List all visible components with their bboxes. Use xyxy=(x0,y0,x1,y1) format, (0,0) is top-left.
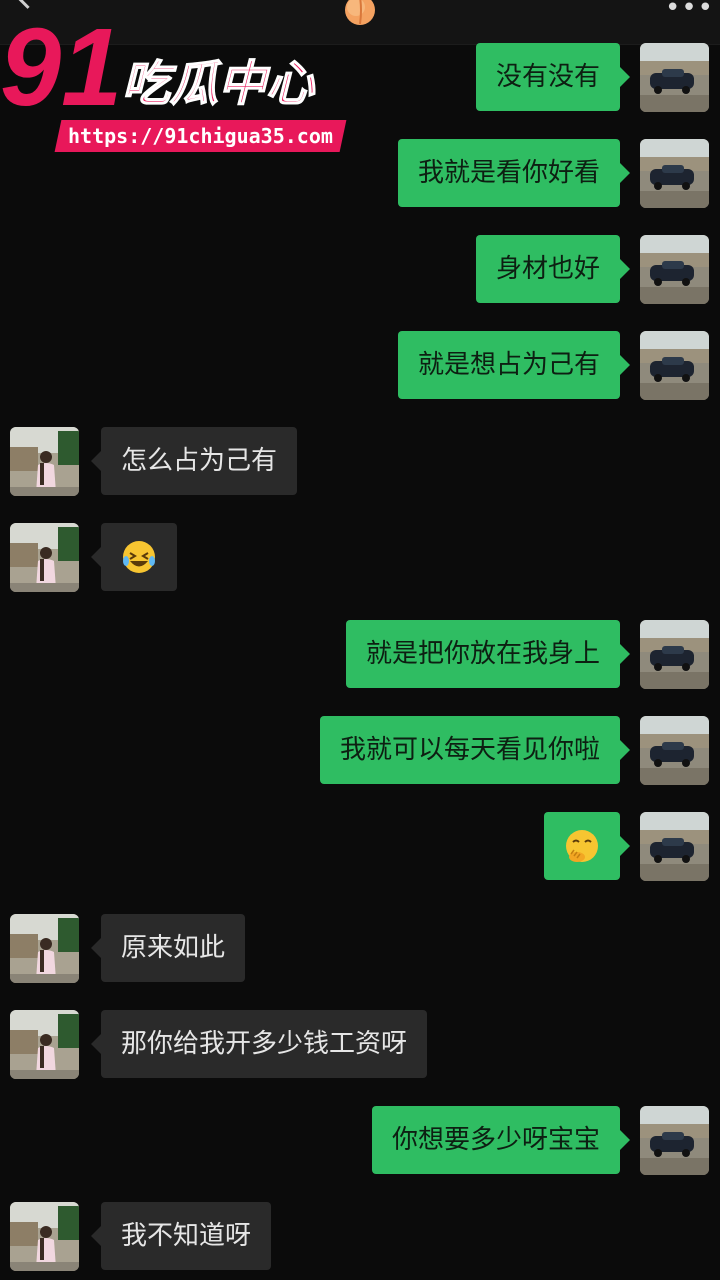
watermark-url: https://91chigua35.com xyxy=(54,120,347,152)
message-row: 那你给我开多少钱工资呀 xyxy=(0,1010,720,1082)
message-row: 你想要多少呀宝宝 xyxy=(0,1106,720,1178)
sent-message-bubble[interactable]: 身材也好 xyxy=(475,235,631,303)
message-row: 就是想占为己有 xyxy=(0,331,720,403)
peach-emoji-icon xyxy=(343,0,377,26)
message-row: 就是把你放在我身上 xyxy=(0,620,720,692)
contact-avatar[interactable] xyxy=(10,1010,79,1079)
my-avatar[interactable] xyxy=(640,235,709,304)
sent-message-bubble[interactable]: 就是想占为己有 xyxy=(397,331,631,399)
hand-over-mouth-emoji xyxy=(563,830,601,872)
watermark-brand: 吃瓜中心 xyxy=(122,56,316,112)
my-avatar[interactable] xyxy=(640,716,709,785)
my-avatar[interactable] xyxy=(640,43,709,112)
laughing-crying-emoji xyxy=(121,541,157,582)
sent-message-bubble[interactable]: 你想要多少呀宝宝 xyxy=(371,1106,631,1174)
sent-message-bubble[interactable]: 就是把你放在我身上 xyxy=(345,620,631,688)
received-message-bubble[interactable]: 原来如此 xyxy=(90,914,246,982)
contact-avatar[interactable] xyxy=(10,914,79,983)
received-message-bubble[interactable]: 我不知道呀 xyxy=(90,1202,272,1270)
contact-avatar[interactable] xyxy=(10,523,79,592)
my-avatar[interactable] xyxy=(640,812,709,881)
my-avatar[interactable] xyxy=(640,620,709,689)
more-options-icon[interactable]: ••• xyxy=(665,0,713,21)
message-row: 怎么占为己有 xyxy=(0,427,720,499)
message-row: 我就可以每天看见你啦 xyxy=(0,716,720,788)
watermark-logo: 91 吃瓜中心 https://91chigua35.com xyxy=(0,10,347,152)
message-row: 原来如此 xyxy=(0,914,720,986)
my-avatar[interactable] xyxy=(640,139,709,208)
my-avatar[interactable] xyxy=(640,1106,709,1175)
sent-message-bubble[interactable]: 我就是看你好看 xyxy=(397,139,631,207)
message-row: 我不知道呀 xyxy=(0,1202,720,1274)
watermark-number: 91 xyxy=(0,10,122,120)
received-message-bubble[interactable]: 怎么占为己有 xyxy=(90,427,298,495)
sent-message-bubble[interactable]: 我就可以每天看见你啦 xyxy=(319,716,631,784)
message-row xyxy=(0,812,720,884)
sent-message-bubble[interactable]: 没有没有 xyxy=(475,43,631,111)
message-row: 身材也好 xyxy=(0,235,720,307)
contact-avatar[interactable] xyxy=(10,427,79,496)
message-row xyxy=(0,523,720,595)
received-message-bubble[interactable] xyxy=(91,523,177,591)
received-message-bubble[interactable]: 那你给我开多少钱工资呀 xyxy=(90,1010,428,1078)
my-avatar[interactable] xyxy=(640,331,709,400)
sent-message-bubble[interactable] xyxy=(544,812,630,880)
chevron-left-icon[interactable] xyxy=(14,0,41,9)
contact-avatar[interactable] xyxy=(10,1202,79,1271)
